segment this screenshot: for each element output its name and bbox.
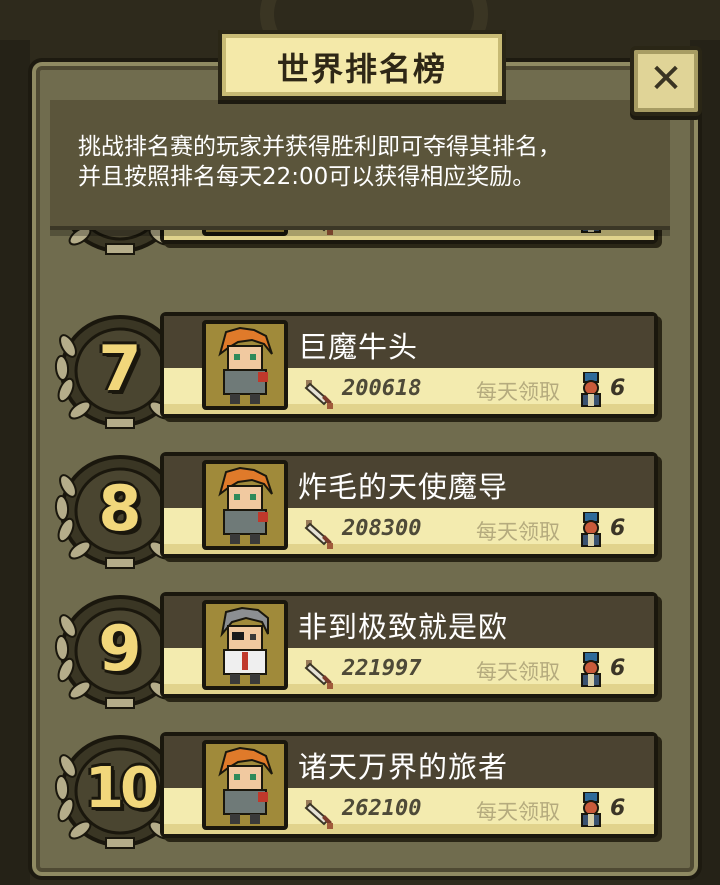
medal-icon (581, 652, 601, 687)
combat-power: 208300 (342, 516, 422, 541)
reward-count: 6 (610, 656, 626, 681)
medal-icon (581, 372, 601, 407)
player-avatar[interactable] (202, 320, 288, 410)
sword-icon (305, 659, 334, 690)
daily-reward-label: 每天领取 (476, 520, 560, 544)
player-avatar[interactable] (202, 460, 288, 550)
daily-reward-label: 每天领取 (476, 800, 560, 824)
rules-description: 挑战排名赛的玩家并获得胜利即可夺得其排名， 并且按照排名每天22:00可以获得相… (50, 100, 670, 230)
ranking-row[interactable]: 7 巨魔牛头 200618 每天领取 6 (50, 306, 670, 446)
close-button[interactable]: ✕ (630, 46, 702, 116)
orange-hair-hero-icon (205, 743, 285, 827)
player-avatar[interactable] (202, 740, 288, 830)
description-text: 挑战排名赛的玩家并获得胜利即可夺得其排名， 并且按照排名每天22:00可以获得相… (78, 132, 561, 192)
ranking-list[interactable]: 6 237810 每天领取 6 7 巨魔牛头 200618 每天领取 6 (50, 222, 670, 860)
ranking-row[interactable]: 9 非到极致就是欧 221997 每天领取 6 (50, 586, 670, 726)
ranking-row[interactable]: 8 炸毛的天使魔导 208300 每天领取 6 (50, 446, 670, 586)
daily-reward-label: 每天领取 (476, 660, 560, 684)
page-title: 世界排名榜 (276, 50, 447, 88)
medal-icon (581, 792, 601, 827)
close-icon: ✕ (649, 56, 683, 102)
sword-icon (305, 519, 334, 550)
background-left (0, 40, 30, 885)
medal-icon (581, 512, 601, 547)
player-name: 炸毛的天使魔导 (298, 470, 509, 504)
eyepatch-hero-icon (205, 603, 285, 687)
reward-count: 6 (610, 376, 626, 401)
orange-hair-hero-icon (205, 323, 285, 407)
reward-count: 6 (610, 516, 626, 541)
reward-count: 6 (610, 796, 626, 821)
combat-power: 200618 (342, 376, 422, 401)
player-avatar[interactable] (202, 600, 288, 690)
combat-power: 262100 (342, 796, 422, 821)
description-line-2: 并且按照排名每天22:00可以获得相应奖励。 (78, 164, 536, 190)
description-line-1: 挑战排名赛的玩家并获得胜利即可夺得其排名， (78, 134, 561, 160)
title-plate: 世界排名榜 (218, 30, 506, 100)
ranking-row[interactable]: 10 诸天万界的旅者 262100 每天领取 6 (50, 726, 670, 860)
orange-hair-hero-icon (205, 463, 285, 547)
sword-icon (305, 799, 334, 830)
player-name: 巨魔牛头 (298, 330, 419, 364)
player-name: 非到极致就是欧 (298, 610, 509, 644)
daily-reward-label: 每天领取 (476, 380, 560, 404)
sword-icon (305, 379, 334, 410)
player-name: 诸天万界的旅者 (298, 750, 509, 784)
combat-power: 221997 (342, 656, 422, 681)
